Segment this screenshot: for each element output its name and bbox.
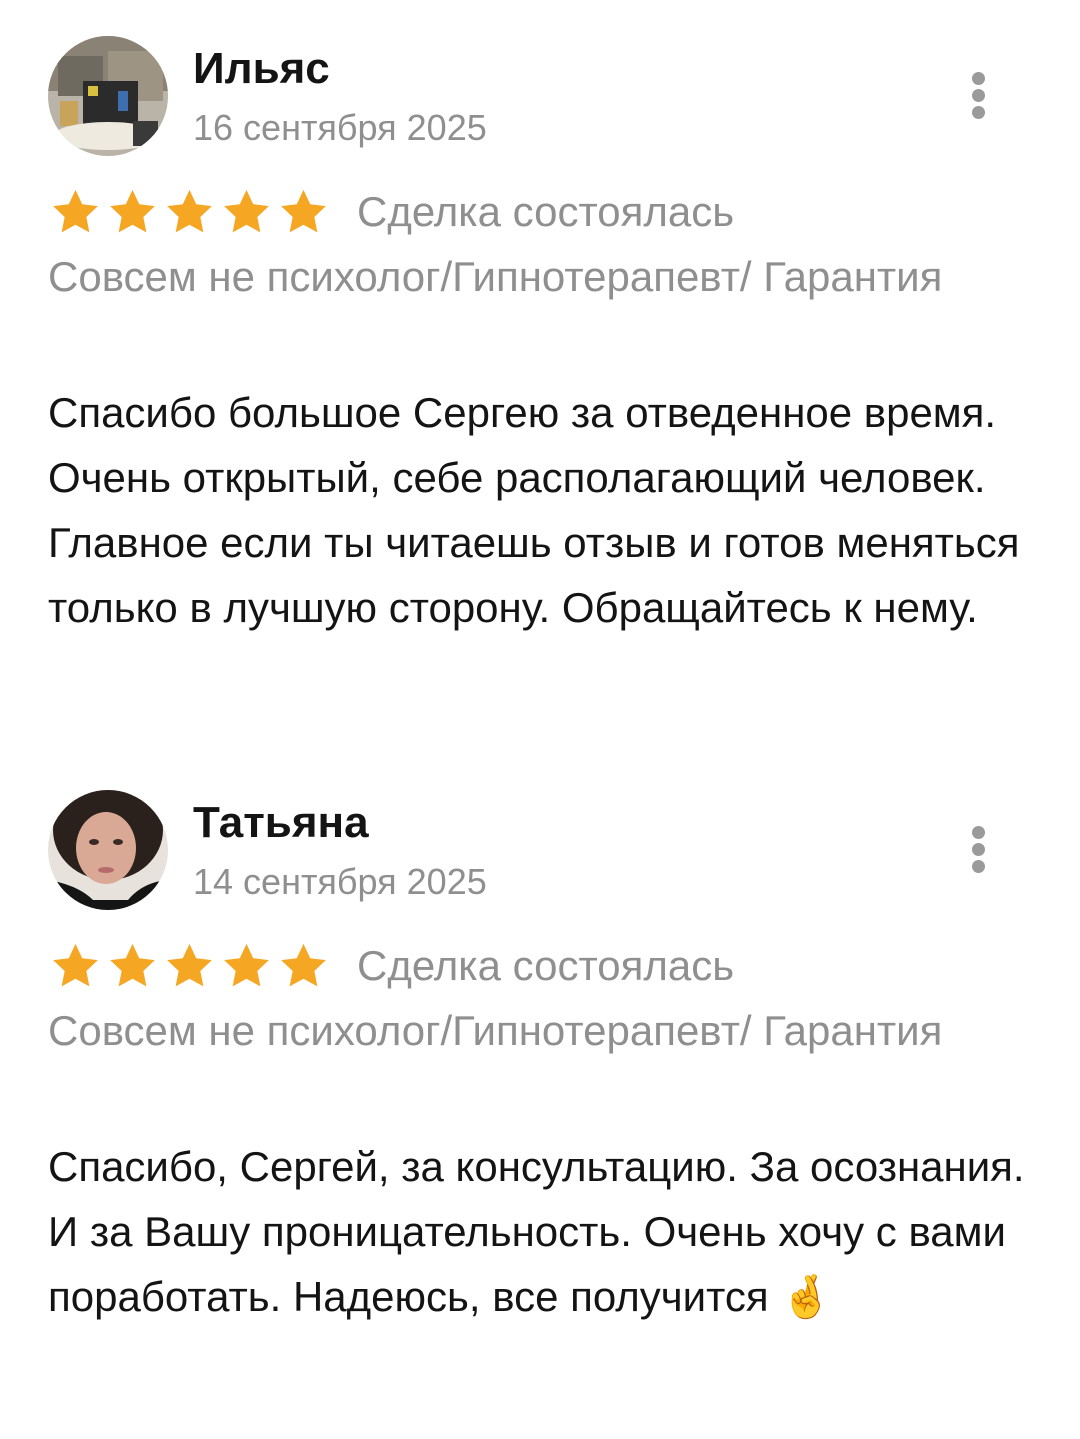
star-rating <box>48 186 333 238</box>
star-icon <box>53 189 98 233</box>
author-name: Ильяс <box>193 44 330 93</box>
deal-status: Сделка состоялась <box>357 942 735 989</box>
service-name[interactable]: Совсем не психолог/Гипнотерапевт/ Гарант… <box>48 246 948 308</box>
more-vertical-icon[interactable] <box>958 66 1000 126</box>
review-date: 16 сентября 2025 <box>193 107 487 148</box>
avatar[interactable] <box>48 790 168 910</box>
author-name: Татьяна <box>193 798 369 847</box>
star-icon <box>281 943 326 987</box>
star-icon <box>224 189 269 233</box>
star-icon <box>110 943 155 987</box>
rating-row: Сделка состоялась <box>48 184 734 240</box>
service-name[interactable]: Совсем не психолог/Гипнотерапевт/ Гарант… <box>48 1000 948 1062</box>
rating-row: Сделка состоялась <box>48 938 734 994</box>
avatar[interactable] <box>48 36 168 156</box>
star-icon <box>281 189 326 233</box>
star-icon <box>167 943 212 987</box>
review-date: 14 сентября 2025 <box>193 861 487 902</box>
star-icon <box>224 943 269 987</box>
star-icon <box>110 189 155 233</box>
review-text: Спасибо, Сергей, за консультацию. За осо… <box>48 1143 1025 1320</box>
star-rating <box>48 940 333 992</box>
review-text: Спасибо большое Сергею за отведенное вре… <box>48 389 1020 631</box>
star-icon <box>53 943 98 987</box>
deal-status: Сделка состоялась <box>357 188 735 235</box>
more-vertical-icon[interactable] <box>958 820 1000 880</box>
star-icon <box>167 189 212 233</box>
